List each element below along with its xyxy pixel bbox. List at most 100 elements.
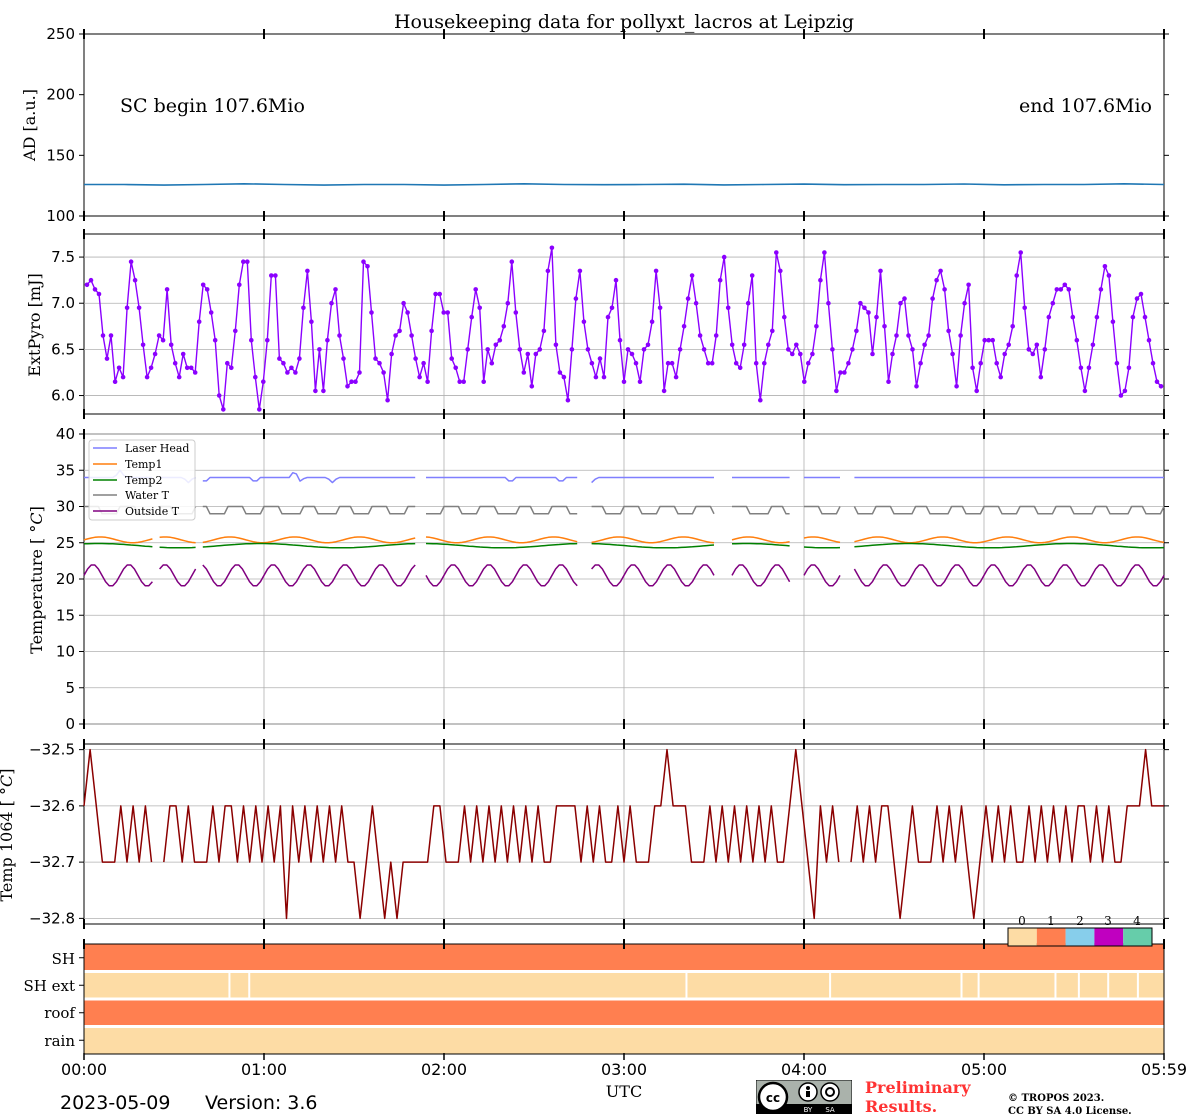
extpyro-point [1010, 324, 1015, 329]
extpyro-point [485, 347, 491, 352]
extpyro-point [766, 342, 771, 348]
extpyro-point [257, 407, 262, 412]
status-row-2 [84, 999, 1164, 1027]
temperature-ytick-label: 0 [65, 715, 75, 733]
extpyro-point [349, 379, 354, 385]
temperature-ytick-label: 20 [56, 570, 75, 588]
temperature-ytick-label: 30 [56, 498, 75, 516]
extpyro-point [1146, 337, 1152, 343]
temp2-line [159, 546, 196, 549]
extpyro-point [806, 360, 811, 366]
extpyro-point [998, 374, 1003, 380]
extpyro-point [1106, 273, 1112, 278]
temp2-line [854, 542, 1165, 549]
extpyro-point [669, 360, 675, 366]
temp1064-ylabel: Temp 1064 [ °C] [0, 768, 16, 901]
extpyro-point [289, 365, 294, 371]
extpyro-point [1110, 319, 1116, 325]
extpyro-point [84, 282, 90, 288]
ad-frame [83, 33, 1165, 217]
extpyro-point [1114, 360, 1120, 366]
extpyro-point [457, 379, 463, 385]
extpyro-point [281, 360, 286, 366]
temp1064-ytick-label: −32.7 [29, 853, 75, 871]
extpyro-point [128, 259, 134, 265]
extpyro-point [914, 384, 919, 389]
extpyro-point [774, 250, 779, 255]
extpyro-point [389, 351, 394, 357]
extpyro-point [1054, 287, 1060, 292]
extpyro-point [493, 342, 499, 348]
cc-sa-text: SA [825, 1106, 835, 1114]
extpyro-point [357, 370, 362, 375]
temp1-line [159, 536, 196, 544]
extpyro-point [577, 268, 583, 274]
extpyro-point [425, 379, 430, 385]
extpyro-point [361, 259, 366, 265]
temp2-line [591, 542, 715, 549]
extpyro-point [225, 360, 230, 366]
extpyro-point [938, 268, 943, 274]
extpyro-point [697, 333, 703, 338]
extpyro-point [1022, 305, 1027, 311]
extpyro-point [212, 337, 218, 343]
colorbar-swatch-1 [1036, 928, 1066, 946]
extpyro-point [818, 277, 823, 283]
temp1064-ytick-label: −32.8 [29, 909, 75, 927]
extpyro-ytick-label: 7.5 [51, 248, 75, 266]
extpyro-point [581, 319, 587, 325]
outside-t-line [731, 564, 791, 587]
outside-t-line [83, 564, 153, 587]
extpyro-point [758, 397, 763, 403]
extpyro-point [233, 328, 238, 334]
extpyro-point [529, 384, 535, 389]
extpyro-point [601, 374, 607, 380]
x-tick-label: 01:00 [241, 1060, 287, 1079]
extpyro-point [517, 347, 523, 352]
extpyro-point [810, 351, 815, 357]
svg-text:cc: cc [766, 1091, 780, 1105]
extpyro-point [633, 360, 639, 366]
temp1-line [731, 536, 790, 544]
extpyro-point [473, 287, 479, 292]
extpyro-point [974, 388, 979, 394]
extpyro-point [1034, 342, 1040, 348]
extpyro-point [641, 347, 647, 352]
extpyro-point [441, 310, 447, 315]
x-tick-label: 00:00 [61, 1060, 107, 1079]
status-row-label-sh-ext: SH ext [24, 977, 76, 995]
extpyro-point [1086, 365, 1092, 371]
extpyro-point [253, 374, 258, 380]
extpyro-point [469, 314, 475, 320]
extpyro-point [854, 328, 859, 334]
extpyro-point [192, 370, 198, 375]
extpyro-point [537, 347, 543, 352]
extpyro-point [1126, 365, 1132, 371]
extpyro-point [1158, 384, 1164, 389]
ad-panel: AD [a.u.] SC begin 107.6Mio end 107.6Mio… [20, 25, 1169, 225]
preliminary-line-2: Results. [865, 1097, 938, 1116]
ad-ylabel: AD [a.u.] [20, 89, 39, 162]
outside-t-line [803, 564, 841, 587]
extpyro-point [541, 328, 547, 334]
legend-label-water: Water T [125, 489, 170, 502]
colorbar-swatch-0 [1008, 928, 1037, 946]
extpyro-point [329, 300, 334, 306]
extpyro-point [405, 310, 410, 315]
extpyro-point [116, 365, 122, 371]
extpyro-point [709, 360, 715, 366]
temp1-line [803, 536, 841, 544]
extpyro-point [794, 342, 799, 348]
extpyro-point [229, 365, 234, 371]
extpyro-point [100, 333, 106, 338]
extpyro-point [1094, 314, 1100, 320]
extpyro-point [625, 347, 631, 352]
extpyro-ytick-label: 6.0 [51, 387, 75, 405]
extpyro-point [741, 342, 747, 348]
extpyro-point [926, 333, 931, 338]
legend-label-temp2: Temp2 [125, 474, 162, 487]
extpyro-point [172, 360, 178, 366]
extpyro-point [184, 365, 190, 371]
extpyro-point [693, 300, 699, 306]
extpyro-point [565, 397, 571, 403]
